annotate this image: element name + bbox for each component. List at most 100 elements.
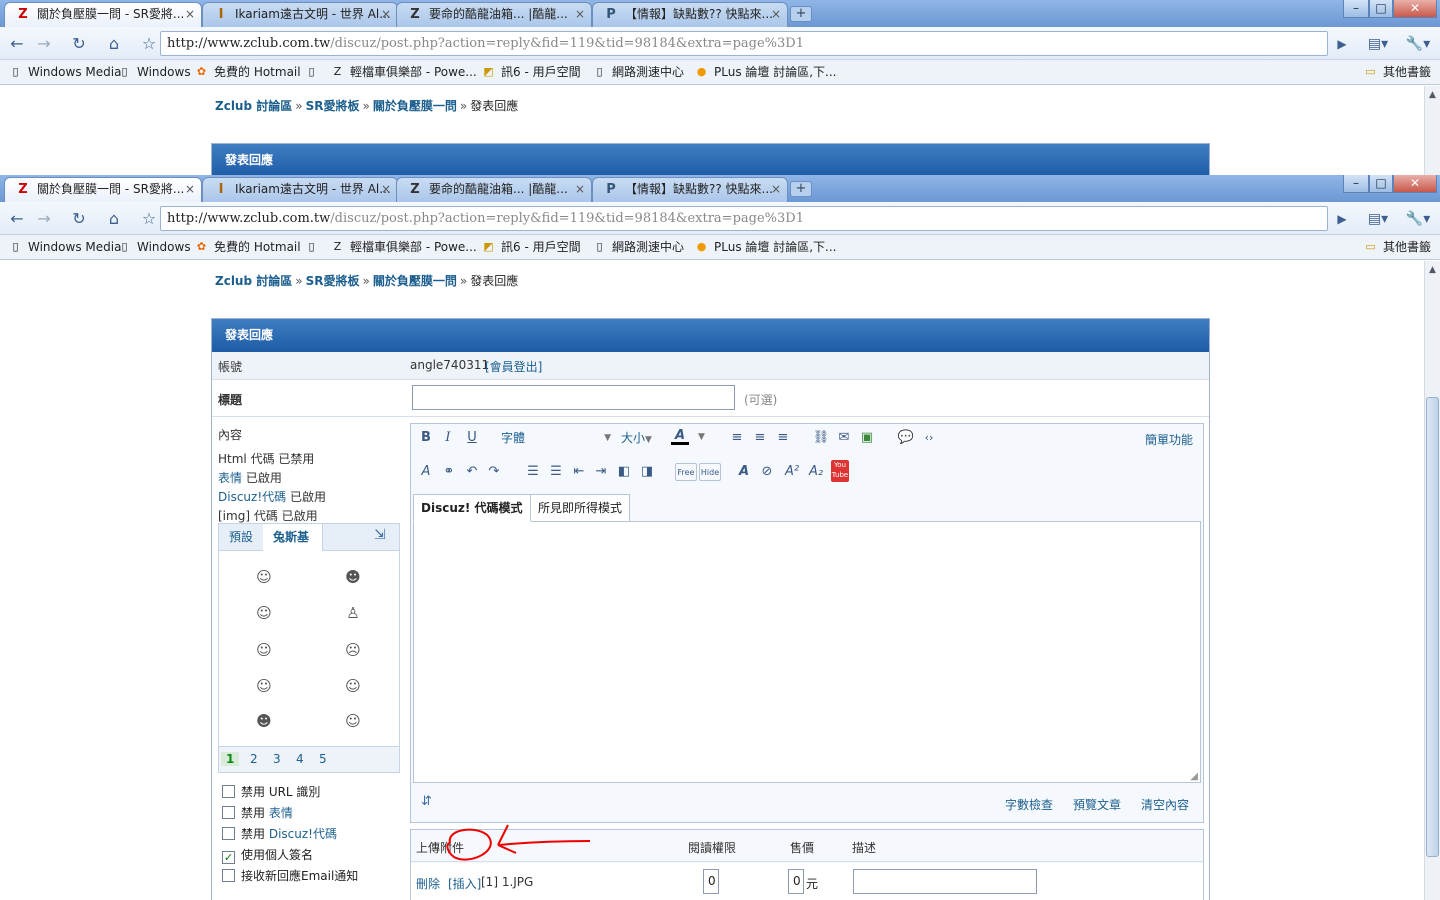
minimize-button[interactable]: –	[1343, 0, 1369, 18]
bookmark-5[interactable]: Z 輕檔車俱樂部 - Powe...	[330, 64, 477, 80]
chevron-down-icon[interactable]: ▼	[698, 432, 705, 442]
forward-icon[interactable]: →	[33, 33, 55, 55]
tab-3[interactable]: Z 要命的酷龍油箱... |酷龍... ×	[396, 177, 592, 202]
close-icon[interactable]: ×	[771, 178, 781, 200]
bookmark-2[interactable]: ▯ Windows	[117, 239, 190, 255]
simple-mode-link[interactable]: 簡單功能	[1145, 431, 1193, 448]
reload-icon[interactable]: ↻	[68, 208, 90, 230]
resize-handle-icon[interactable]: ◢	[1190, 771, 1198, 782]
clear-content-link[interactable]: 清空內容	[1141, 796, 1189, 813]
crumb-forum[interactable]: Zclub 討論區	[215, 274, 292, 288]
smiley-page-3[interactable]: 3	[273, 752, 281, 766]
option-disable-url[interactable]: 禁用 URL 識別	[222, 783, 320, 800]
align-center-icon[interactable]: ≡	[751, 429, 769, 447]
scroll-thumb[interactable]	[1426, 397, 1439, 857]
crumb-board[interactable]: SR愛將板	[306, 99, 360, 113]
smiley-page-5[interactable]: 5	[319, 752, 327, 766]
checkbox[interactable]	[222, 806, 235, 819]
home-icon[interactable]: ⌂	[103, 33, 125, 55]
close-icon[interactable]: ×	[185, 178, 195, 200]
wrench-icon[interactable]: 🔧▾	[1403, 208, 1433, 230]
tab-default-smilies[interactable]: 預設	[219, 524, 263, 551]
other-bookmarks[interactable]: ▭ 其他書籤	[1363, 64, 1431, 80]
smiley-icon[interactable]: ☺	[342, 675, 364, 697]
smiley-icon[interactable]: ☺	[342, 710, 364, 732]
align-right-icon[interactable]: ≡	[774, 429, 792, 447]
minimize-button[interactable]: –	[1343, 175, 1369, 193]
scroll-up-icon[interactable]: ▲	[1425, 263, 1440, 278]
bookmark-8[interactable]: ● PLus 論壇 討論區,下...	[694, 64, 837, 80]
close-icon[interactable]: ×	[185, 3, 195, 25]
smiley-icon[interactable]: ♙	[342, 602, 364, 624]
home-icon[interactable]: ⌂	[103, 208, 125, 230]
crumb-thread[interactable]: 關於負壓膜一問	[373, 274, 457, 288]
close-window-button[interactable]: ✕	[1393, 175, 1437, 193]
code-icon[interactable]: ‹›	[920, 429, 938, 447]
quote-icon[interactable]: 💬	[897, 429, 915, 447]
back-icon[interactable]: ←	[6, 33, 28, 55]
bookmark-3[interactable]: ✿ 免費的 Hotmail	[194, 239, 301, 255]
tab-wysiwyg-mode[interactable]: 所見即所得模式	[530, 494, 631, 522]
bookmark-7[interactable]: ▯ 網路測速中心	[592, 239, 684, 255]
new-tab-button[interactable]: +	[790, 6, 812, 22]
crumb-thread[interactable]: 關於負壓膜一問	[373, 99, 457, 113]
smilies-link[interactable]: 表情	[218, 471, 242, 485]
title-input[interactable]	[412, 385, 735, 410]
tab-4[interactable]: P 【情報】缺點數?? 快點來... ×	[592, 177, 788, 202]
crumb-forum[interactable]: Zclub 討論區	[215, 99, 292, 113]
option-use-signature[interactable]: ✓ 使用個人簽名	[222, 846, 313, 864]
checkbox[interactable]	[222, 869, 235, 882]
smiley-icon[interactable]: ☻	[342, 566, 364, 588]
smiley-icon[interactable]: ☻	[253, 710, 275, 732]
close-icon[interactable]: ×	[381, 178, 391, 200]
smiley-icon[interactable]: ☺	[253, 602, 275, 624]
tab-1[interactable]: Z 關於負壓膜一問 - SR愛將... ×	[4, 2, 202, 27]
smiley-icon[interactable]: ☹	[342, 639, 364, 661]
link-icon[interactable]: ⛓	[812, 429, 830, 447]
delete-attachment-link[interactable]: 刪除	[416, 875, 440, 892]
italic-icon[interactable]: I	[439, 429, 457, 447]
align-left-icon[interactable]: ≡	[728, 429, 746, 447]
smiley-icon[interactable]: ☺	[253, 566, 275, 588]
smiley-icon[interactable]: ☺	[253, 675, 275, 697]
flash-icon[interactable]: ⊘	[758, 463, 776, 481]
image-icon[interactable]: ▣	[858, 429, 876, 447]
page-menu-icon[interactable]: ▤▾	[1364, 33, 1392, 55]
tab-1[interactable]: Z 關於負壓膜一問 - SR愛將... ×	[4, 177, 202, 202]
other-bookmarks[interactable]: ▭ 其他書籤	[1363, 239, 1431, 255]
checkbox[interactable]	[222, 785, 235, 798]
word-count-link[interactable]: 字數檢查	[1005, 796, 1053, 813]
float-left-icon[interactable]: ◧	[615, 463, 633, 481]
remove-format-icon[interactable]: A	[417, 463, 435, 481]
smiley-page-1[interactable]: 1	[221, 752, 240, 766]
back-icon[interactable]: ←	[6, 208, 28, 230]
discuz-code-link[interactable]: Discuz!代碼	[218, 490, 286, 504]
tab-2[interactable]: I Ikariam遠古文明 - 世界 Al... ×	[202, 2, 398, 27]
scroll-up-icon[interactable]: ▲	[1425, 88, 1440, 103]
close-icon[interactable]: ×	[381, 3, 391, 25]
email-icon[interactable]: ✉	[835, 429, 853, 447]
page-menu-icon[interactable]: ▤▾	[1364, 208, 1392, 230]
redo-icon[interactable]: ↷	[485, 463, 503, 481]
tab-tuzki-smilies[interactable]: 兔斯基	[263, 524, 323, 551]
go-icon[interactable]: ▶	[1331, 33, 1353, 55]
maximize-button[interactable]: □	[1369, 175, 1393, 193]
address-bar[interactable]: http://www.zclub.com.tw/discuz/post.php?…	[160, 31, 1328, 56]
hide-tag-icon[interactable]: Hide	[699, 463, 721, 481]
smiley-page-2[interactable]: 2	[250, 752, 258, 766]
bookmark-6[interactable]: ◩ 訊6 - 用戶空間	[481, 64, 580, 80]
close-icon[interactable]: ×	[575, 178, 585, 200]
option-email-notify[interactable]: 接收新回應Email通知	[222, 867, 358, 884]
new-tab-button[interactable]: +	[790, 181, 812, 197]
unordered-list-icon[interactable]: ☰	[547, 463, 565, 481]
tab-2[interactable]: I Ikariam遠古文明 - 世界 Al... ×	[202, 177, 398, 202]
logout-link[interactable]: [會員登出]	[485, 358, 542, 375]
subscript-icon[interactable]: A₂	[807, 463, 825, 481]
reload-icon[interactable]: ↻	[68, 33, 90, 55]
superscript-icon[interactable]: A²	[783, 463, 801, 481]
outdent-icon[interactable]: ⇤	[570, 463, 588, 481]
option-disable-smilies[interactable]: 禁用 表情	[222, 804, 293, 821]
size-select[interactable]: 大小▼	[621, 428, 661, 448]
youtube-icon[interactable]: You Tube	[831, 460, 849, 482]
price-input[interactable]: 0	[788, 869, 804, 894]
